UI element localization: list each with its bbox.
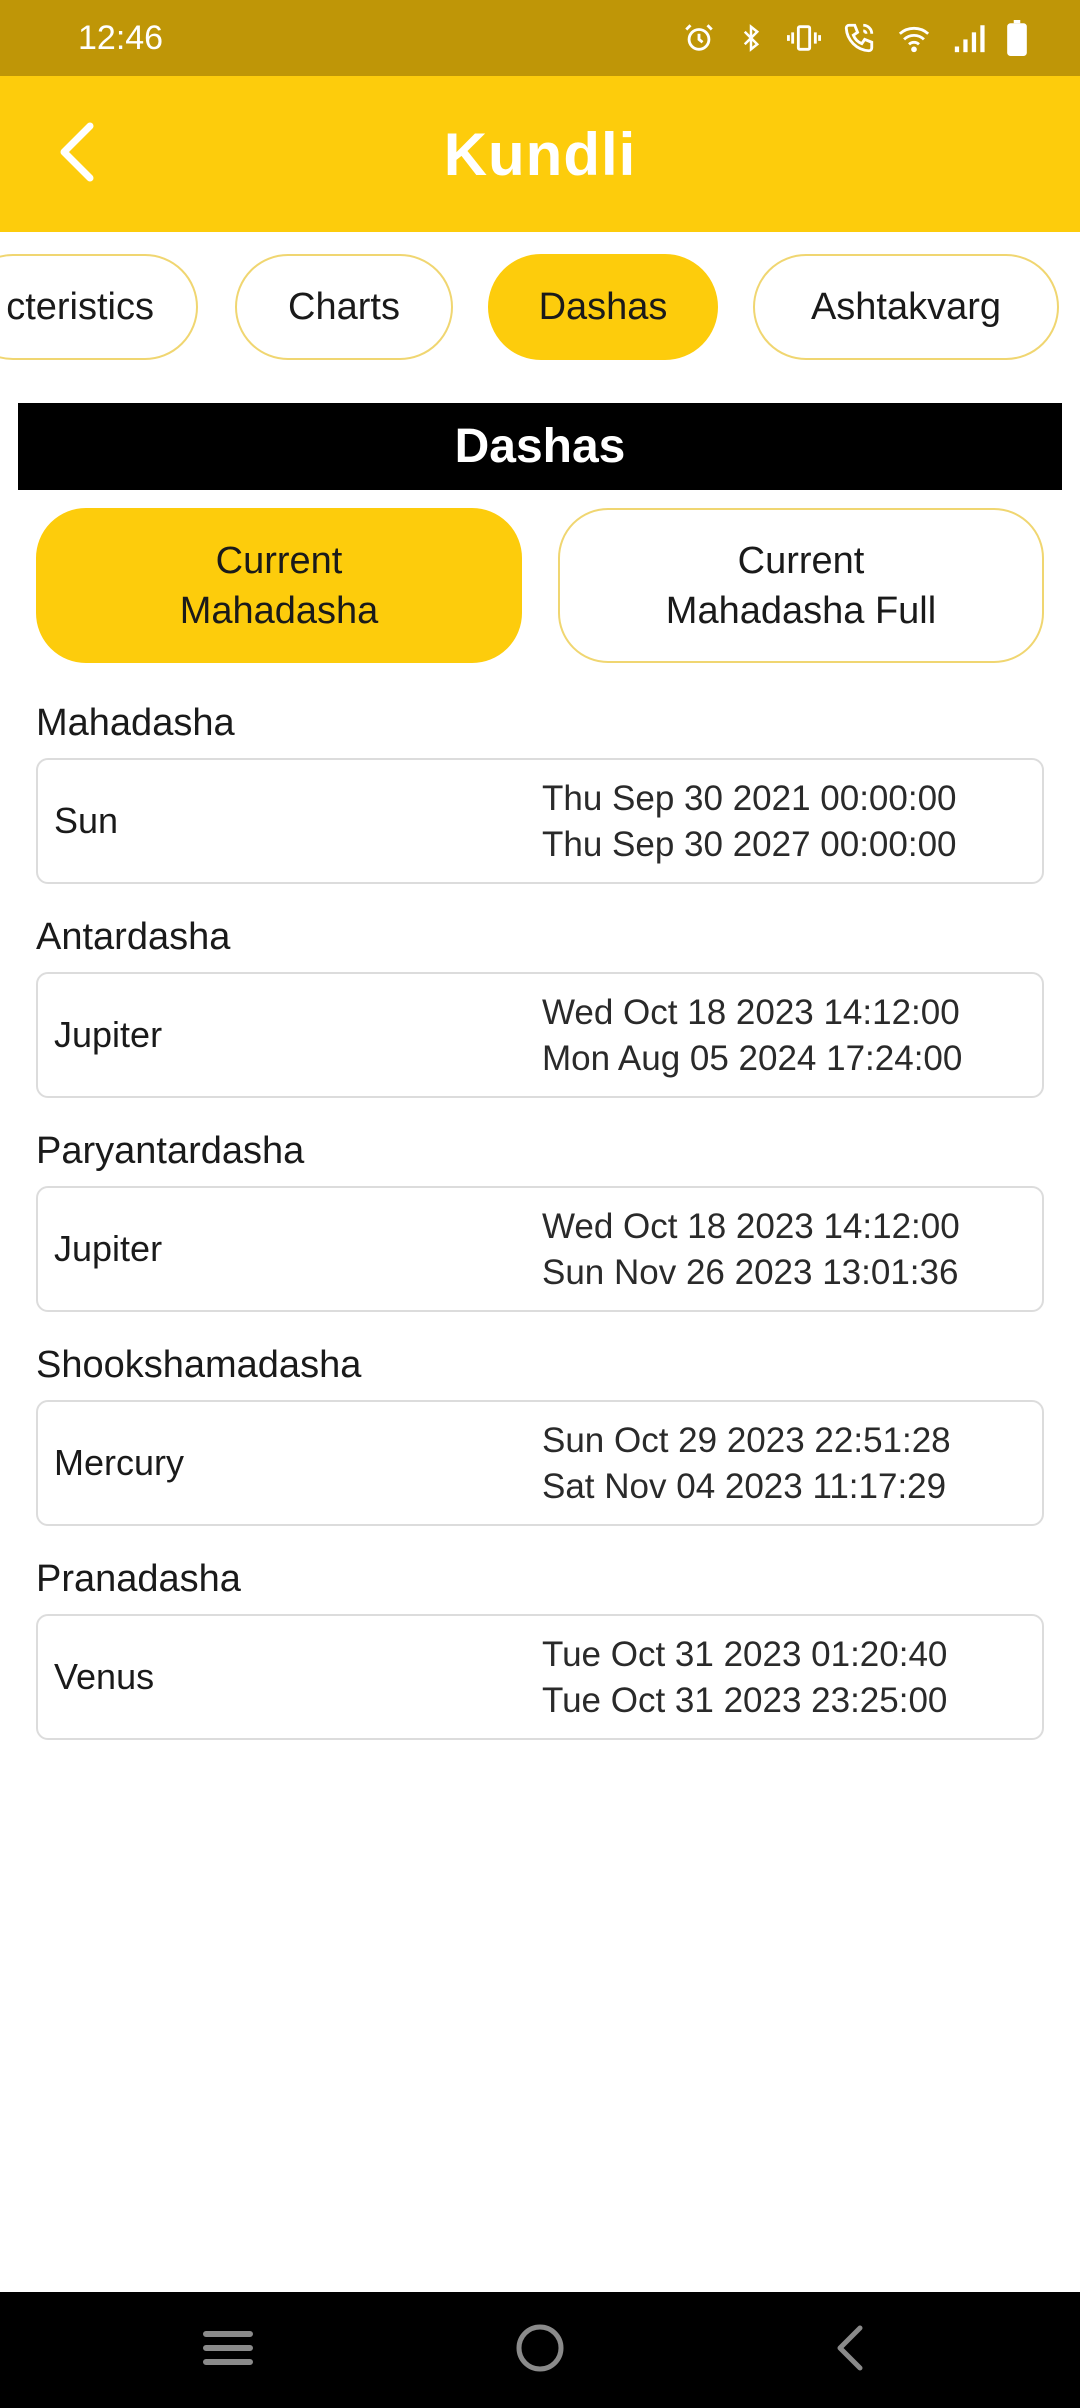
current-mahadasha-full-button[interactable]: Current Mahadasha Full (558, 508, 1044, 663)
dasha-dates: Tue Oct 31 2023 01:20:40 Tue Oct 31 2023… (542, 1632, 947, 1724)
recent-apps-button[interactable] (198, 2320, 258, 2380)
wifi-calling-icon (842, 21, 876, 55)
dasha-label: Shookshamadasha (36, 1344, 362, 1386)
tab-dashas[interactable]: Dashas (488, 254, 718, 360)
status-icons (682, 20, 1028, 56)
tab-charts[interactable]: Charts (235, 254, 453, 360)
dasha-dates: Sun Oct 29 2023 22:51:28 Sat Nov 04 2023… (542, 1418, 951, 1510)
dasha-label: Mahadasha (36, 702, 235, 744)
dasha-dates: Wed Oct 18 2023 14:12:00 Sun Nov 26 2023… (542, 1204, 960, 1296)
current-mahadasha-button[interactable]: Current Mahadasha (36, 508, 522, 663)
status-time: 12:46 (78, 18, 164, 57)
dasha-end-date: Tue Oct 31 2023 23:25:00 (542, 1681, 948, 1720)
dasha-start-date: Wed Oct 18 2023 14:12:00 (542, 993, 960, 1032)
tab-label: Charts (288, 285, 400, 328)
menu-icon (202, 2326, 254, 2375)
dasha-dates: Wed Oct 18 2023 14:12:00 Mon Aug 05 2024… (542, 990, 962, 1082)
dasha-end-date: Sun Nov 26 2023 13:01:36 (542, 1253, 959, 1292)
dasha-card: Sun Thu Sep 30 2021 00:00:00 Thu Sep 30 … (36, 758, 1044, 884)
dasha-dates: Thu Sep 30 2021 00:00:00 Thu Sep 30 2027… (542, 776, 957, 868)
dasha-start-date: Tue Oct 31 2023 01:20:40 (542, 1635, 948, 1674)
nav-back-button[interactable] (820, 2320, 880, 2380)
dasha-section-pranadasha: Pranadasha Venus Tue Oct 31 2023 01:20:4… (36, 1554, 1044, 1740)
bluetooth-icon (736, 21, 766, 55)
tab-bar: cteristics Charts Dashas Ashtakvarg (0, 254, 1080, 360)
back-icon (830, 2322, 870, 2379)
tab-label: Dashas (538, 285, 668, 328)
system-nav-bar (0, 2292, 1080, 2408)
home-button[interactable] (510, 2320, 570, 2380)
signal-icon (952, 21, 986, 55)
battery-icon (1006, 20, 1028, 56)
dasha-start-date: Sun Oct 29 2023 22:51:28 (542, 1421, 951, 1460)
dasha-planet: Sun (54, 800, 119, 841)
kundli-screen: 12:46 Kundli cteristics Charts Dashas As… (0, 0, 1080, 2408)
tab-label: cteristics (6, 285, 154, 328)
wifi-icon (896, 21, 932, 55)
vibrate-icon (786, 21, 822, 55)
section-title: Dashas (18, 403, 1062, 490)
dasha-section-paryantardasha: Paryantardasha Jupiter Wed Oct 18 2023 1… (36, 1126, 1044, 1312)
dasha-end-date: Thu Sep 30 2027 00:00:00 (542, 825, 957, 864)
dasha-label: Antardasha (36, 916, 231, 958)
dasha-planet: Jupiter (54, 1228, 163, 1269)
tab-label: Ashtakvarg (810, 285, 1002, 328)
alarm-icon (682, 21, 716, 55)
dasha-card: Venus Tue Oct 31 2023 01:20:40 Tue Oct 3… (36, 1614, 1044, 1740)
dasha-section-shookshamadasha: Shookshamadasha Mercury Sun Oct 29 2023 … (36, 1340, 1044, 1526)
status-bar: 12:46 (0, 0, 1080, 76)
dasha-label: Pranadasha (36, 1558, 241, 1600)
page-title: Kundli (443, 120, 637, 188)
tab-ashtakvarg[interactable]: Ashtakvarg (753, 254, 1059, 360)
home-icon (514, 2322, 566, 2379)
dasha-card: Mercury Sun Oct 29 2023 22:51:28 Sat Nov… (36, 1400, 1044, 1526)
back-button[interactable] (40, 116, 116, 192)
dasha-planet: Venus (54, 1656, 155, 1697)
dasha-section-antardasha: Antardasha Jupiter Wed Oct 18 2023 14:12… (36, 912, 1044, 1098)
dasha-section-mahadasha: Mahadasha Sun Thu Sep 30 2021 00:00:00 T… (36, 698, 1044, 884)
dasha-label: Paryantardasha (36, 1130, 305, 1172)
dasha-card: Jupiter Wed Oct 18 2023 14:12:00 Sun Nov… (36, 1186, 1044, 1312)
dasha-end-date: Sat Nov 04 2023 11:17:29 (542, 1467, 947, 1506)
chevron-left-icon (56, 120, 100, 189)
dasha-start-date: Wed Oct 18 2023 14:12:00 (542, 1207, 960, 1246)
dasha-planet: Mercury (54, 1442, 185, 1483)
dasha-end-date: Mon Aug 05 2024 17:24:00 (542, 1039, 963, 1078)
app-bar: Kundli (0, 76, 1080, 232)
tab-characteristics[interactable]: cteristics (0, 254, 198, 360)
dasha-start-date: Thu Sep 30 2021 00:00:00 (542, 779, 957, 818)
dasha-card: Jupiter Wed Oct 18 2023 14:12:00 Mon Aug… (36, 972, 1044, 1098)
dasha-planet: Jupiter (54, 1014, 163, 1055)
